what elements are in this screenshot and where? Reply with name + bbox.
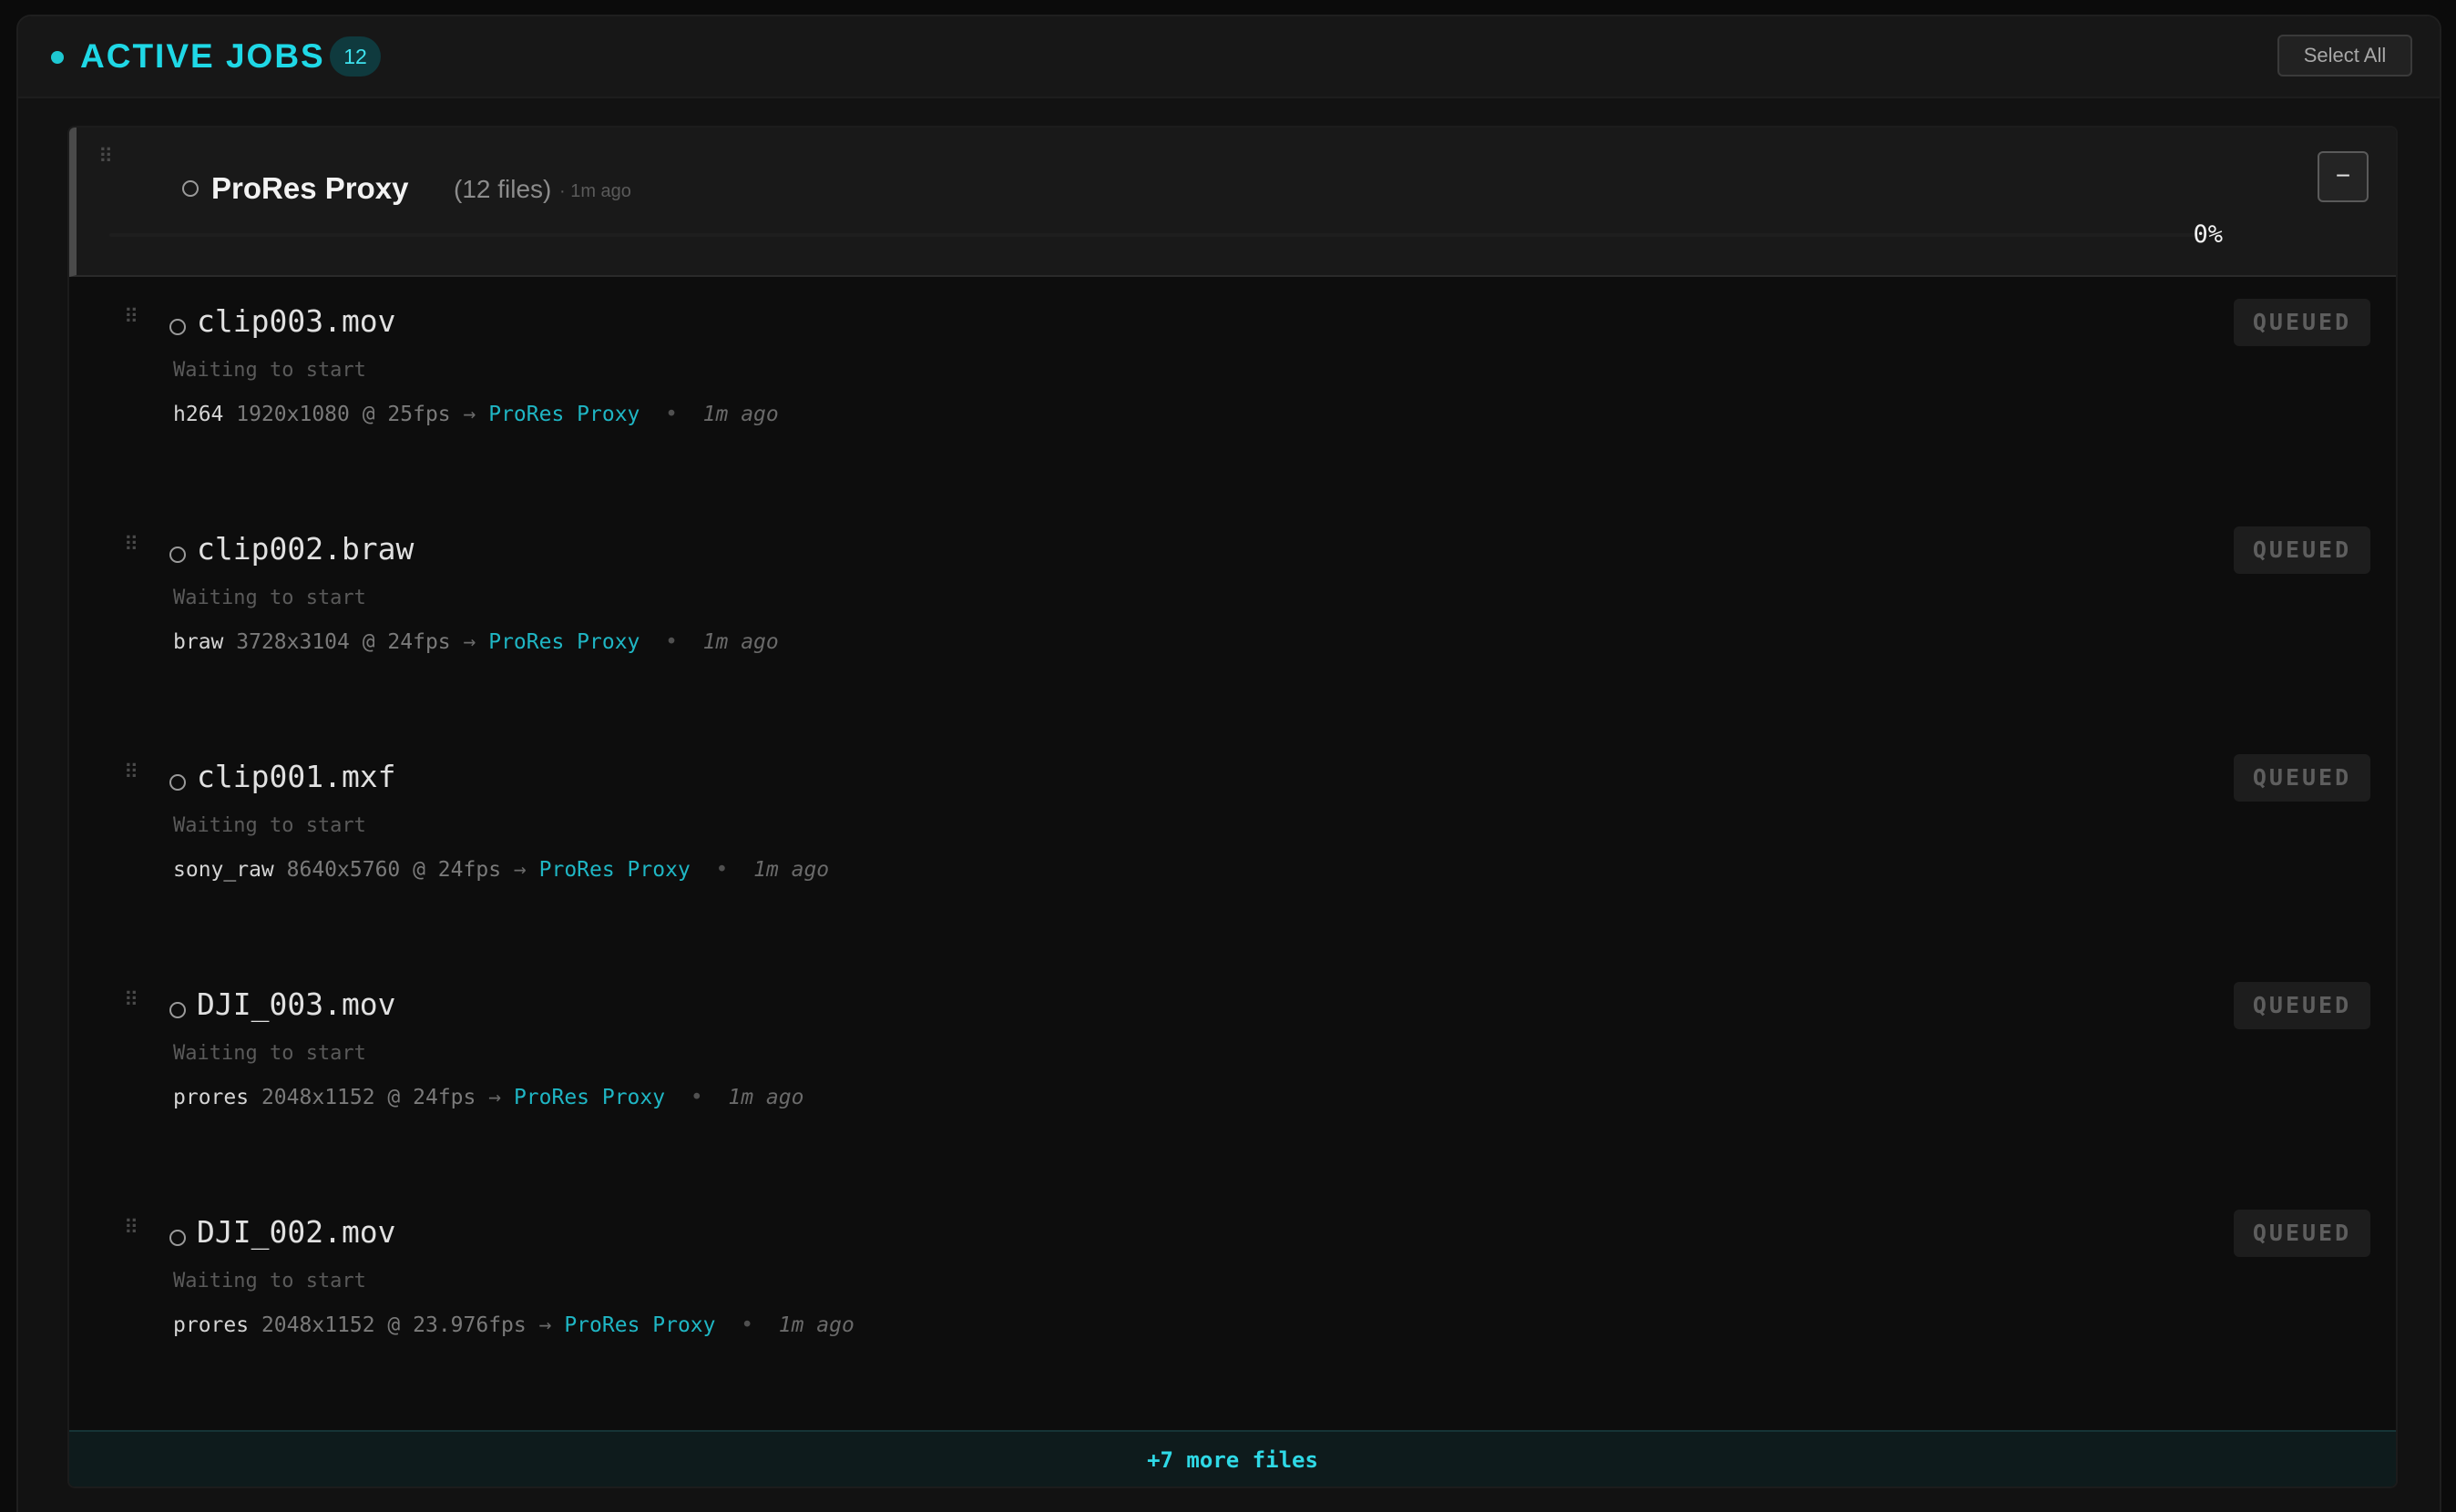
file-meta: h264 1920x1080 @ 25fps → ProRes Proxy • … <box>173 399 779 430</box>
file-status-text: Waiting to start <box>173 814 366 837</box>
file-select-radio[interactable] <box>169 547 186 563</box>
file-select-radio[interactable] <box>169 1230 186 1246</box>
file-row[interactable]: ⠿ clip001.mxf Waiting to start sony_raw 864… <box>69 732 2396 960</box>
separator-dot: • <box>690 1086 703 1109</box>
job-group-header[interactable]: ⠿ ProRes Proxy (12 files) · 1m ago − 0% <box>69 128 2396 277</box>
file-spec: 2048x1152 @ 24fps <box>261 1086 476 1109</box>
arrow-icon: → <box>463 403 476 426</box>
file-select-radio[interactable] <box>169 319 186 335</box>
file-meta: sony_raw 8640x5760 @ 24fps → ProRes Prox… <box>173 854 829 885</box>
file-codec: sony_raw <box>173 858 274 882</box>
file-target-preset: ProRes Proxy <box>488 630 640 654</box>
drag-handle-icon[interactable]: ⠿ <box>124 991 138 1011</box>
file-codec: h264 <box>173 403 224 426</box>
status-badge: QUEUED <box>2234 526 2370 574</box>
file-spec: 8640x5760 @ 24fps <box>286 858 502 882</box>
file-spec: 1920x1080 @ 25fps <box>236 403 451 426</box>
file-row[interactable]: ⠿ clip002.braw Waiting to start braw 3728x3… <box>69 505 2396 732</box>
status-badge: QUEUED <box>2234 982 2370 1029</box>
file-target-preset: ProRes Proxy <box>564 1313 716 1337</box>
file-timestamp: 1m ago <box>778 1313 854 1337</box>
file-name: clip001.mxf <box>197 759 396 794</box>
file-row[interactable]: ⠿ clip003.mov Waiting to start h264 1920x10… <box>69 277 2396 505</box>
group-select-radio[interactable] <box>182 180 199 197</box>
file-name: DJI_003.mov <box>197 986 396 1022</box>
status-dot-icon <box>51 51 64 64</box>
file-status-text: Waiting to start <box>173 1042 366 1065</box>
file-target-preset: ProRes Proxy <box>488 403 640 426</box>
group-progress-percent: 0% <box>2193 220 2223 249</box>
file-status-text: Waiting to start <box>173 587 366 609</box>
file-timestamp: 1m ago <box>753 858 830 882</box>
drag-handle-icon[interactable]: ⠿ <box>98 148 113 168</box>
arrow-icon: → <box>463 630 476 654</box>
file-name: clip002.braw <box>197 531 414 567</box>
file-status-text: Waiting to start <box>173 359 366 382</box>
drag-handle-icon[interactable]: ⠿ <box>124 763 138 783</box>
status-badge: QUEUED <box>2234 299 2370 346</box>
file-select-radio[interactable] <box>169 774 186 791</box>
more-files-button[interactable]: +7 more files <box>69 1430 2396 1486</box>
group-file-count: (12 files) <box>454 175 552 203</box>
file-codec: prores <box>173 1313 250 1337</box>
status-badge: QUEUED <box>2234 1210 2370 1257</box>
file-timestamp: 1m ago <box>702 403 779 426</box>
collapse-button[interactable]: − <box>2318 151 2369 202</box>
drag-handle-icon[interactable]: ⠿ <box>124 308 138 328</box>
drag-handle-icon[interactable]: ⠿ <box>124 1219 138 1239</box>
separator-dot: • <box>665 630 678 654</box>
file-name: DJI_002.mov <box>197 1214 396 1250</box>
separator-dot: • <box>741 1313 754 1337</box>
file-codec: prores <box>173 1086 250 1109</box>
file-row[interactable]: ⠿ DJI_003.mov Waiting to start prores 2048x… <box>69 960 2396 1188</box>
job-group: ⠿ ProRes Proxy (12 files) · 1m ago − 0% … <box>67 126 2398 1488</box>
arrow-icon: → <box>488 1086 502 1109</box>
file-timestamp: 1m ago <box>702 630 779 654</box>
file-spec: 2048x1152 @ 23.976fps <box>261 1313 527 1337</box>
file-meta: prores 2048x1152 @ 24fps → ProRes Proxy … <box>173 1082 803 1113</box>
file-select-radio[interactable] <box>169 1002 186 1018</box>
file-target-preset: ProRes Proxy <box>513 1086 666 1109</box>
file-meta: braw 3728x3104 @ 24fps → ProRes Proxy • … <box>173 627 779 658</box>
group-timestamp: · 1m ago <box>559 181 631 201</box>
drag-handle-icon[interactable]: ⠿ <box>124 536 138 556</box>
file-timestamp: 1m ago <box>728 1086 804 1109</box>
status-badge: QUEUED <box>2234 754 2370 802</box>
separator-dot: • <box>665 403 678 426</box>
panel-title: ACTIVE JOBS <box>80 37 325 75</box>
panel-header: ACTIVE JOBS 12 Select All <box>18 16 2440 98</box>
file-codec: braw <box>173 630 224 654</box>
job-count-badge: 12 <box>330 36 381 77</box>
file-status-text: Waiting to start <box>173 1270 366 1292</box>
select-all-button[interactable]: Select All <box>2277 35 2412 77</box>
file-row[interactable]: ⠿ DJI_002.mov Waiting to start prores 2048x… <box>69 1188 2396 1415</box>
file-name: clip003.mov <box>197 303 396 339</box>
file-target-preset: ProRes Proxy <box>538 858 691 882</box>
separator-dot: • <box>715 858 729 882</box>
arrow-icon: → <box>513 858 527 882</box>
group-name: ProRes Proxy <box>211 171 409 205</box>
group-progress-bar <box>109 233 2205 237</box>
file-spec: 3728x3104 @ 24fps <box>236 630 451 654</box>
file-meta: prores 2048x1152 @ 23.976fps → ProRes Pr… <box>173 1310 854 1341</box>
arrow-icon: → <box>538 1313 552 1337</box>
